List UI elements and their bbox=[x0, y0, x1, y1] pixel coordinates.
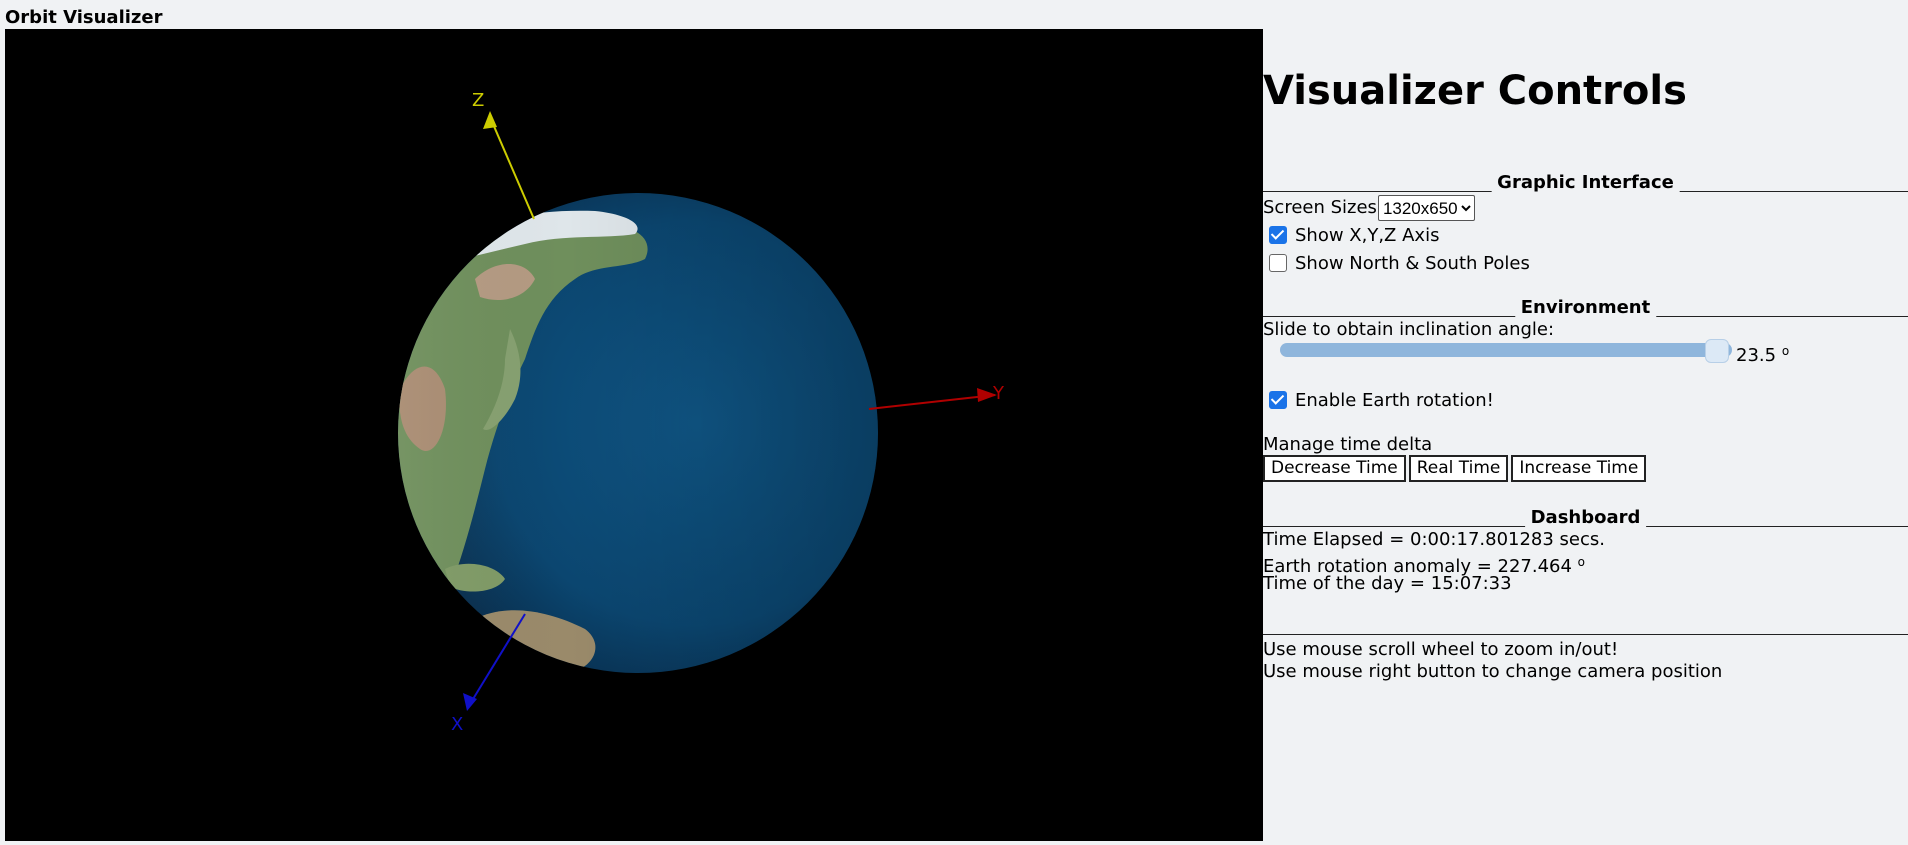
show-poles-label: Show North & South Poles bbox=[1295, 253, 1530, 274]
screen-sizes-label: Screen Sizes bbox=[1263, 197, 1377, 218]
y-axis-label: Y bbox=[992, 383, 1005, 404]
degree-symbol: o bbox=[1781, 344, 1790, 358]
environment-heading-label: Environment bbox=[1514, 297, 1657, 319]
graphic-interface-heading: Graphic Interface bbox=[1263, 172, 1908, 194]
x-axis-label: X bbox=[451, 714, 463, 735]
help-camera: Use mouse right button to change camera … bbox=[1263, 661, 1723, 682]
time-delta-buttons: Decrease Time Real Time Increase Time bbox=[1263, 455, 1647, 482]
earth-globe bbox=[398, 193, 878, 673]
dashboard-heading: Dashboard bbox=[1263, 507, 1908, 529]
real-time-button[interactable]: Real Time bbox=[1408, 455, 1509, 482]
inclination-slider-track[interactable] bbox=[1280, 343, 1732, 357]
z-axis: Z bbox=[472, 90, 535, 220]
decrease-time-button[interactable]: Decrease Time bbox=[1263, 455, 1406, 482]
graphic-interface-heading-label: Graphic Interface bbox=[1491, 172, 1680, 194]
panel-title: Visualizer Controls bbox=[1263, 68, 1687, 114]
increase-time-button[interactable]: Increase Time bbox=[1511, 455, 1647, 482]
time-elapsed: Time Elapsed = 0:00:17.801283 secs. bbox=[1263, 529, 1605, 550]
screen-sizes-row: Screen Sizes 1320x650 bbox=[1263, 195, 1475, 221]
divider bbox=[1263, 634, 1908, 635]
3d-viewport[interactable]: Z Y X bbox=[5, 29, 1263, 841]
inclination-readout: 23.5 o bbox=[1736, 340, 1789, 367]
help-zoom: Use mouse scroll wheel to zoom in/out! bbox=[1263, 639, 1619, 660]
inclination-slider-thumb[interactable] bbox=[1705, 339, 1729, 363]
screen-size-select[interactable]: 1320x650 bbox=[1377, 195, 1475, 221]
enable-rotation-row[interactable]: Enable Earth rotation! bbox=[1263, 390, 1494, 412]
show-axis-checkbox[interactable] bbox=[1269, 226, 1287, 244]
slider-label: Slide to obtain inclination angle: bbox=[1263, 319, 1555, 340]
x-axis: X bbox=[451, 613, 526, 735]
degree-symbol: o bbox=[1577, 555, 1586, 569]
show-axis-label: Show X,Y,Z Axis bbox=[1295, 225, 1440, 246]
inclination-value: 23.5 bbox=[1736, 345, 1777, 366]
earth-scene[interactable]: Z Y X bbox=[5, 29, 1263, 841]
enable-rotation-label: Enable Earth rotation! bbox=[1295, 390, 1494, 411]
environment-heading: Environment bbox=[1263, 297, 1908, 319]
y-axis: Y bbox=[868, 383, 1005, 410]
app-title: Orbit Visualizer bbox=[5, 7, 163, 28]
show-poles-row[interactable]: Show North & South Poles bbox=[1263, 253, 1530, 275]
show-axis-row[interactable]: Show X,Y,Z Axis bbox=[1263, 225, 1439, 247]
controls-panel: Visualizer Controls Graphic Interface Sc… bbox=[1263, 0, 1908, 845]
show-poles-checkbox[interactable] bbox=[1269, 254, 1287, 272]
dashboard-heading-label: Dashboard bbox=[1524, 507, 1647, 529]
enable-rotation-checkbox[interactable] bbox=[1269, 391, 1287, 409]
z-axis-label: Z bbox=[472, 90, 484, 111]
time-of-day: Time of the day = 15:07:33 bbox=[1263, 573, 1512, 594]
time-delta-label: Manage time delta bbox=[1263, 434, 1433, 455]
